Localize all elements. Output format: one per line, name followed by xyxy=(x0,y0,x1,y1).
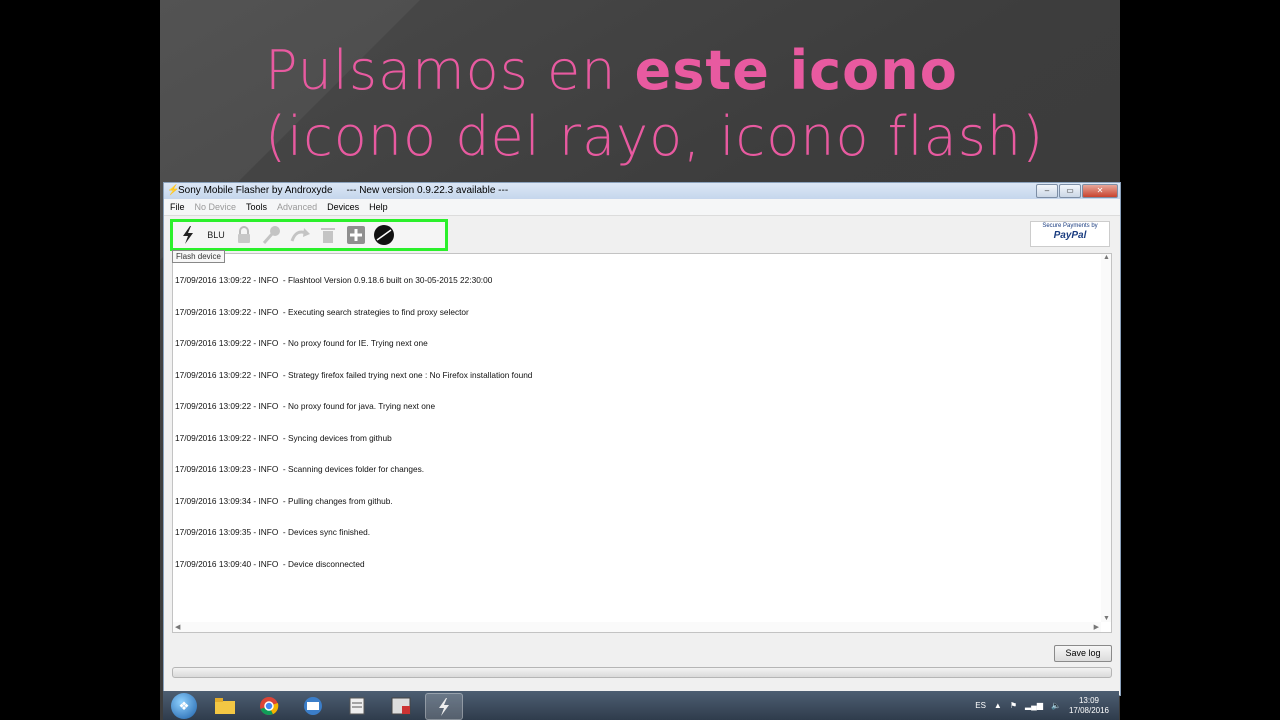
volume-icon[interactable]: 🔈 xyxy=(1051,701,1061,710)
trash-button xyxy=(317,224,339,246)
lightning-icon xyxy=(183,226,193,244)
log-lines: 17/09/2016 13:09:22 - INFO - Flashtool V… xyxy=(175,254,532,590)
scroll-down-icon[interactable]: ▼ xyxy=(1103,615,1110,622)
paypal-logo: PayPal xyxy=(1053,230,1087,241)
window-title: Sony Mobile Flasher by Androxyde xyxy=(178,185,333,196)
windows-taskbar: ❖ ES ▲ ⚑ ▂▄▆ 🔈 13:09 17/08/2016 xyxy=(163,691,1119,720)
chrome-taskbar-button[interactable] xyxy=(251,693,287,718)
start-button[interactable]: ❖ xyxy=(171,693,197,719)
save-log-button[interactable]: Save log xyxy=(1054,645,1112,662)
log-line: 17/09/2016 13:09:35 - INFO - Devices syn… xyxy=(175,527,371,537)
slide-title: Pulsamos en este icono (icono del rayo, … xyxy=(265,38,1115,170)
document-icon xyxy=(349,697,365,714)
log-line: 17/09/2016 13:09:22 - INFO - Flashtool V… xyxy=(175,275,493,285)
clock[interactable]: 13:09 17/08/2016 xyxy=(1069,696,1109,716)
close-button[interactable]: ✕ xyxy=(1082,184,1118,198)
slide-title-bold: este icono xyxy=(634,39,958,102)
window-controls: – ▭ ✕ xyxy=(1036,184,1118,198)
menu-tools[interactable]: Tools xyxy=(246,199,267,215)
log-line: 17/09/2016 13:09:22 - INFO - Syncing dev… xyxy=(175,432,392,443)
log-line: 17/09/2016 13:09:22 - INFO - Executing s… xyxy=(175,306,469,317)
lightning-icon: ⚡ xyxy=(167,185,180,196)
log-area[interactable]: 17/09/2016 13:09:22 - INFO - Flashtool V… xyxy=(172,253,1112,633)
lock-icon xyxy=(238,226,250,243)
app-window-icon xyxy=(391,697,411,714)
flashtool-taskbar-button[interactable] xyxy=(425,693,463,720)
log-line: 17/09/2016 13:09:23 - INFO - Scanning de… xyxy=(175,464,425,474)
version-notice: --- New version 0.9.22.3 available --- xyxy=(346,185,509,196)
menu-help[interactable]: Help xyxy=(369,199,388,215)
flashtool-window: ⚡ Sony Mobile Flasher by Androxyde --- N… xyxy=(163,182,1121,696)
chrome-icon xyxy=(260,696,279,715)
tray-expand-icon[interactable]: ▲ xyxy=(994,701,1002,710)
add-button[interactable] xyxy=(345,224,367,246)
plus-icon xyxy=(347,226,365,244)
explorer-taskbar-button[interactable] xyxy=(207,693,243,718)
scroll-right-icon[interactable]: ▶ xyxy=(1094,623,1099,631)
window-titlebar: ⚡ Sony Mobile Flasher by Androxyde --- N… xyxy=(164,183,1120,199)
xperia-button[interactable] xyxy=(373,224,395,246)
paypal-donate-button[interactable]: Secure Payments by PayPal xyxy=(1030,221,1110,247)
log-line: 17/09/2016 13:09:22 - INFO - No proxy fo… xyxy=(175,401,436,411)
mail-icon xyxy=(304,696,322,715)
log-line: 17/09/2016 13:09:34 - INFO - Pulling cha… xyxy=(175,495,393,506)
clock-time: 13:09 xyxy=(1078,695,1099,705)
blu-button[interactable]: BLU xyxy=(205,224,227,246)
redo-button xyxy=(289,224,311,246)
lightning-icon xyxy=(439,697,449,716)
xperia-icon xyxy=(374,225,394,245)
folder-icon xyxy=(215,697,235,714)
progress-bar xyxy=(172,667,1112,678)
log-line: 17/09/2016 13:09:40 - INFO - Device disc… xyxy=(175,558,365,569)
menu-devices[interactable]: Devices xyxy=(327,199,359,215)
window-taskbar-button[interactable] xyxy=(383,693,419,718)
action-center-icon[interactable]: ⚑ xyxy=(1010,701,1017,710)
scroll-up-icon[interactable]: ▲ xyxy=(1103,254,1110,261)
mail-taskbar-button[interactable] xyxy=(295,693,331,718)
clock-date: 17/08/2016 xyxy=(1068,705,1109,715)
menu-file[interactable]: File xyxy=(170,199,185,215)
slide-title-line1: Pulsamos en este icono xyxy=(265,39,958,102)
key-icon xyxy=(262,226,280,244)
log-line: 17/09/2016 13:09:22 - INFO - No proxy fo… xyxy=(175,338,428,348)
notepad-taskbar-button[interactable] xyxy=(339,693,375,718)
network-icon[interactable]: ▂▄▆ xyxy=(1025,701,1043,710)
horizontal-scrollbar[interactable]: ◀ ▶ xyxy=(173,622,1101,632)
curved-arrow-icon xyxy=(290,228,310,242)
log-line: 17/09/2016 13:09:22 - INFO - Strategy fi… xyxy=(175,369,533,380)
vertical-scrollbar[interactable]: ▲ ▼ xyxy=(1101,254,1111,622)
maximize-button[interactable]: ▭ xyxy=(1059,184,1081,198)
minimize-button[interactable]: – xyxy=(1036,184,1058,198)
slide-title-line2: (icono del rayo, icono flash) xyxy=(265,105,1045,168)
toolbar-highlighted: BLU xyxy=(170,219,448,251)
flash-device-button[interactable] xyxy=(177,224,199,246)
trash-icon xyxy=(321,228,335,243)
menu-advanced: Advanced xyxy=(277,202,318,212)
system-tray: ES ▲ ⚑ ▂▄▆ 🔈 13:09 17/08/2016 xyxy=(975,691,1109,720)
flash-device-tooltip: Flash device xyxy=(172,250,225,263)
key-button xyxy=(261,224,283,246)
scroll-left-icon[interactable]: ◀ xyxy=(175,623,180,631)
menu-bar: File No Device Tools Advanced Devices He… xyxy=(164,199,1120,216)
lock-button xyxy=(233,224,255,246)
menu-no-device: No Device xyxy=(194,202,237,212)
language-indicator[interactable]: ES xyxy=(975,701,986,710)
